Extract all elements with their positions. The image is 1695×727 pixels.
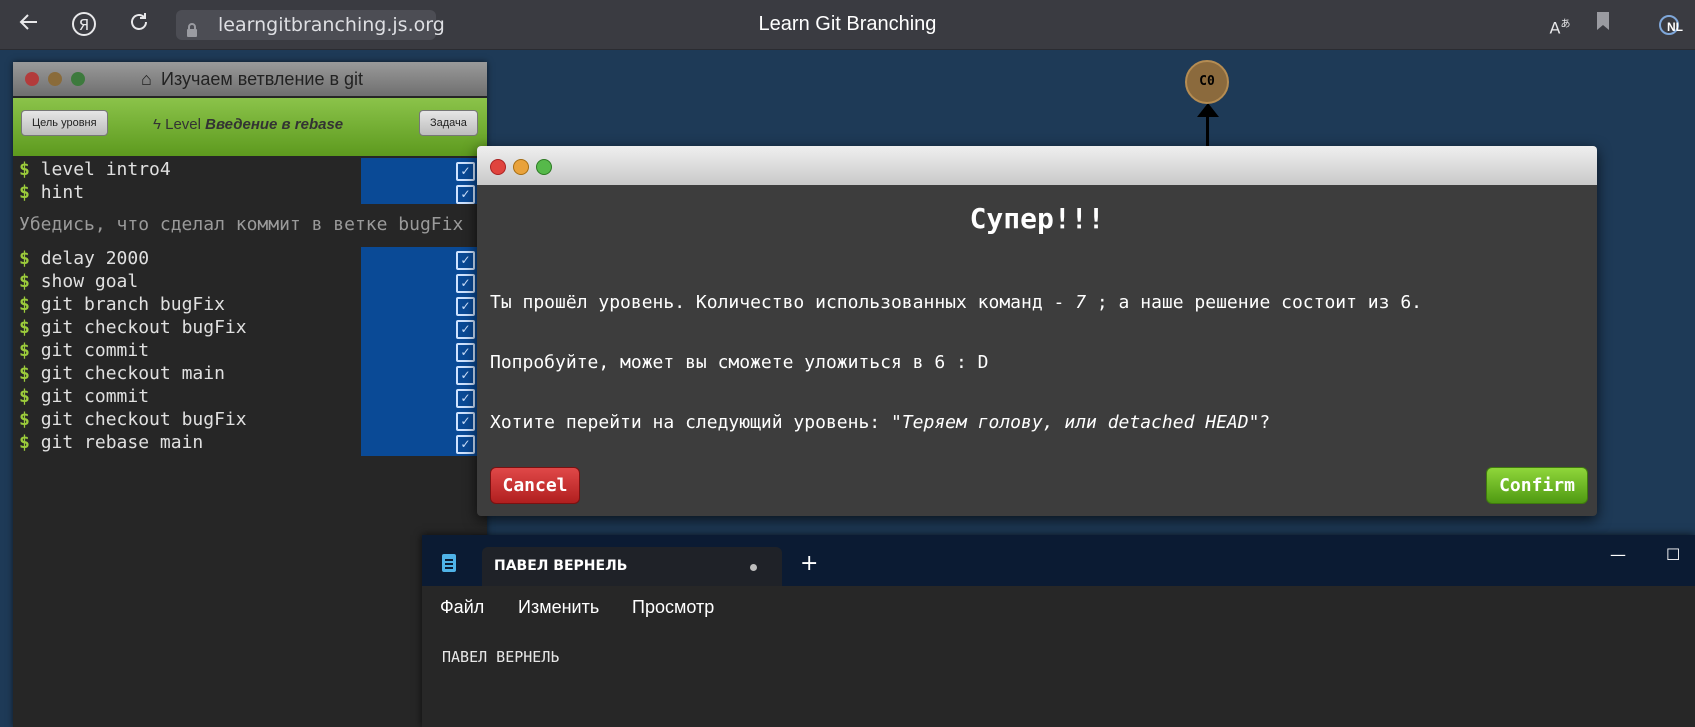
checkbox-icon: ✓ (456, 366, 475, 385)
checkbox-icon: ✓ (456, 412, 475, 431)
command-history-item: $ git commit (19, 386, 150, 407)
close-dot[interactable] (25, 72, 39, 86)
commit-arrow-head (1197, 103, 1219, 117)
dialog-heading: Супер!!! (969, 202, 1105, 235)
command-panel-title: Изучаем ветвление в git (161, 69, 364, 89)
notepad-window: ПАВЕЛ ВЕРНЕЛЬ + — ☐ Файл Изменить Просмо… (422, 535, 1695, 727)
hint-text: Убедись, что сделал коммит в ветке bugFi… (19, 214, 464, 235)
maximize-button[interactable]: ☐ (1666, 545, 1680, 564)
checkbox-icon: ✓ (456, 274, 475, 293)
notepad-tab-title: ПАВЕЛ ВЕРНЕЛЬ (494, 558, 628, 574)
close-dot[interactable] (490, 159, 506, 175)
checkbox-icon: ✓ (456, 185, 475, 204)
unsaved-dot-icon[interactable] (750, 564, 757, 571)
dialog-titlebar (477, 146, 1597, 185)
command-history-item: $ git rebase main (19, 432, 204, 453)
level-prefix: Level (165, 116, 201, 133)
command-history-item: $ git checkout bugFix (19, 317, 247, 338)
notepad-tab[interactable]: ПАВЕЛ ВЕРНЕЛЬ (482, 547, 782, 586)
minimize-dot[interactable] (48, 72, 62, 86)
new-tab-button[interactable]: + (800, 551, 818, 576)
menu-file[interactable]: Файл (440, 597, 484, 618)
task-button[interactable]: Задача (419, 110, 478, 136)
command-history-item: $ hint (19, 182, 85, 203)
checkbox-icon: ✓ (456, 162, 475, 181)
command-history-item: $ git checkout main (19, 363, 225, 384)
lightning-icon: ϟ (153, 116, 161, 133)
notepad-text-content[interactable]: ПАВЕЛ ВЕРНЕЛЬ (442, 648, 559, 666)
extension-nl-label: NL (1667, 20, 1683, 34)
cancel-button[interactable]: Cancel (490, 467, 580, 504)
minimize-dot[interactable] (513, 159, 529, 175)
command-panel: ⌂ Изучаем ветвление в git Цель уровня ϟ … (13, 62, 487, 727)
menu-view[interactable]: Просмотр (632, 597, 714, 618)
checkbox-icon: ✓ (456, 251, 475, 270)
level-goal-button[interactable]: Цель уровня (21, 110, 108, 136)
command-history-item: $ level intro4 (19, 159, 171, 180)
checkbox-icon: ✓ (456, 297, 475, 316)
checkbox-icon: ✓ (456, 435, 475, 454)
maximize-dot[interactable] (71, 72, 85, 86)
notepad-icon (442, 554, 456, 572)
level-toolbar: Цель уровня ϟ Level Введение в rebase За… (13, 98, 487, 156)
level-complete-dialog: Супер!!! Ты прошёл уровень. Количество и… (477, 146, 1597, 516)
extension-nl-icon[interactable]: NL (1659, 12, 1689, 38)
command-history-item: $ git checkout bugFix (19, 409, 247, 430)
maximize-dot[interactable] (536, 159, 552, 175)
command-history-item: $ delay 2000 (19, 248, 150, 269)
page-title: Learn Git Branching (758, 13, 937, 35)
level-name: Введение в rebase (205, 116, 344, 133)
command-history-item: $ git commit (19, 340, 150, 361)
command-history-item: $ git branch bugFix (19, 294, 225, 315)
dialog-message-next: Хотите перейти на следующий уровень: "Те… (490, 412, 1271, 433)
dialog-message-commands: Ты прошёл уровень. Количество использова… (490, 292, 1422, 313)
level-label: ϟ Level Введение в rebase (153, 116, 343, 133)
command-panel-titlebar: ⌂ Изучаем ветвление в git (13, 62, 487, 96)
notepad-titlebar: ПАВЕЛ ВЕРНЕЛЬ + — ☐ (422, 535, 1695, 586)
browser-toolbar: Я learngitbranching.js.org Learn Git Bra… (0, 0, 1695, 50)
home-icon: ⌂ (141, 69, 152, 89)
menu-edit[interactable]: Изменить (518, 597, 599, 618)
checkbox-icon: ✓ (456, 343, 475, 362)
checkbox-icon: ✓ (456, 389, 475, 408)
translate-icon[interactable]: Aあ (1545, 10, 1575, 40)
minimize-button[interactable]: — (1610, 545, 1626, 564)
dialog-message-try: Попробуйте, может вы сможете уложиться в… (490, 352, 989, 373)
commit-node[interactable]: C0 (1185, 60, 1229, 104)
checkbox-icon: ✓ (456, 320, 475, 339)
bookmark-icon[interactable] (1588, 10, 1618, 40)
command-history-item: $ show goal (19, 271, 139, 292)
confirm-button[interactable]: Confirm (1486, 467, 1588, 504)
notepad-menubar: Файл Изменить Просмотр (422, 586, 1695, 628)
